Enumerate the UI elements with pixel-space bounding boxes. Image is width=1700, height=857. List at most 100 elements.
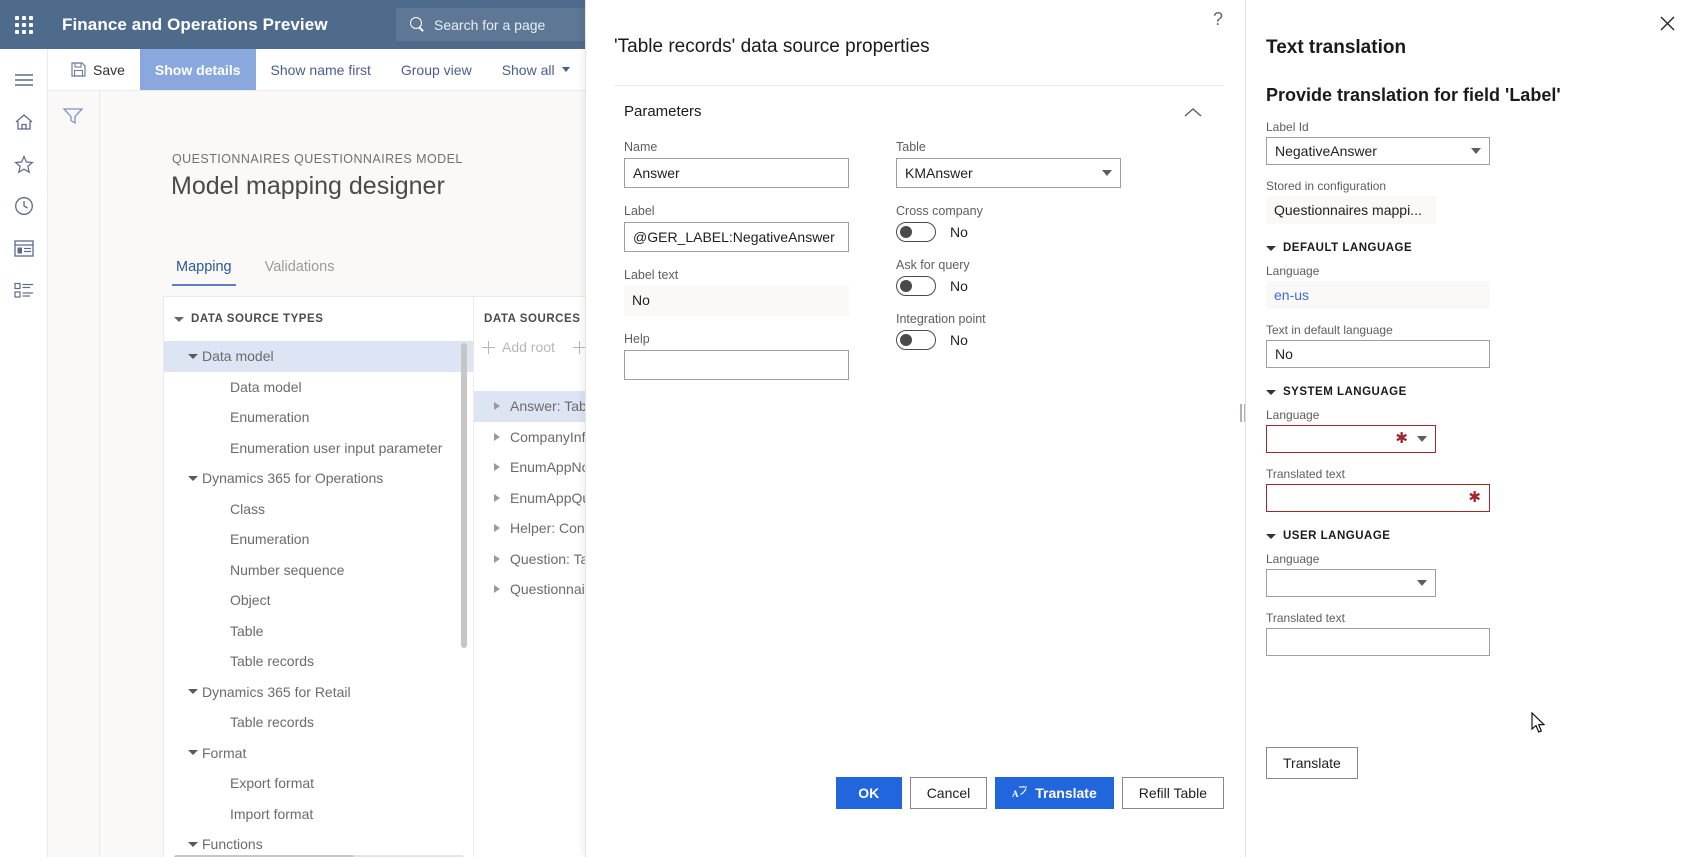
expander-icon[interactable] (484, 463, 510, 472)
help-input[interactable] (624, 350, 849, 380)
tree-item[interactable]: Data model (164, 372, 473, 403)
group-view-label: Group view (400, 61, 472, 78)
default-language-label: Language (1266, 264, 1320, 278)
close-x-icon[interactable] (1652, 8, 1682, 38)
translation-subheading: Provide translation for field 'Label' (1266, 85, 1561, 105)
tree-item[interactable]: Object (164, 585, 473, 616)
integration-point-toggle[interactable] (896, 330, 936, 350)
label-input[interactable] (624, 222, 849, 252)
required-asterisk-icon: ✱ (1468, 489, 1481, 506)
data-source-properties-dialog: ? 'Table records' data source properties… (585, 0, 1245, 857)
stored-in-config-label: Stored in configuration (1266, 179, 1387, 193)
label-id-select[interactable]: NegativeAnswer (1266, 137, 1490, 165)
panel-translate-button[interactable]: Translate (1266, 747, 1358, 779)
save-label: Save (93, 61, 125, 78)
user-language-label: Language (1266, 552, 1320, 566)
group-view-button[interactable]: Group view (386, 49, 487, 90)
system-language-group-header[interactable]: SYSTEM LANGUAGE (1266, 386, 1686, 398)
expander-icon[interactable] (484, 524, 510, 533)
default-text-input[interactable] (1266, 340, 1490, 368)
search-icon (410, 17, 425, 32)
text-translation-panel: Text translation Provide translation for… (1245, 0, 1700, 857)
system-translated-group: Translated text ✱ (1266, 467, 1686, 512)
tree-item[interactable]: Functions (164, 829, 473, 857)
tab-validations[interactable]: Validations (261, 259, 339, 286)
label-id-group: Label Id NegativeAnswer (1266, 120, 1686, 165)
expander-icon[interactable] (184, 475, 202, 481)
expander-icon[interactable] (484, 402, 510, 411)
translation-heading: Text translation (1266, 37, 1407, 58)
translate-button[interactable]: A Translate (995, 777, 1114, 809)
expander-icon[interactable] (484, 493, 510, 502)
tree-item[interactable]: Table records (164, 707, 473, 738)
question-mark-icon[interactable]: ? (1213, 10, 1223, 28)
chevron-down-icon (1417, 580, 1427, 586)
default-language-group: Language en-us (1266, 264, 1686, 309)
tabstrip: Mapping Validations (172, 259, 363, 286)
hamburger-menu-icon[interactable] (0, 59, 48, 101)
table-label: Table (896, 140, 926, 154)
default-text-group: Text in default language (1266, 323, 1686, 368)
star-icon[interactable] (0, 143, 48, 185)
user-language-group-header[interactable]: USER LANGUAGE (1266, 530, 1686, 542)
tree-item[interactable]: Data model (164, 341, 473, 372)
chevron-collapse-icon (1266, 533, 1276, 539)
tree-item[interactable]: Enumeration user input parameter (164, 433, 473, 464)
plus-icon (482, 340, 495, 354)
tree-vertical-scrollbar[interactable] (461, 343, 467, 648)
tree-item[interactable]: Import format (164, 799, 473, 830)
cross-company-toggle[interactable] (896, 222, 936, 242)
expander-icon[interactable] (484, 554, 510, 563)
system-language-select[interactable]: ✱ (1266, 425, 1436, 453)
expander-icon[interactable] (184, 353, 202, 359)
chevron-up-icon[interactable] (1184, 105, 1202, 123)
tree-item[interactable]: Dynamics 365 for Operations (164, 463, 473, 494)
default-language-group-header[interactable]: DEFAULT LANGUAGE (1266, 242, 1686, 254)
show-all-dropdown[interactable]: Show all (487, 49, 585, 90)
tree-item[interactable]: Class (164, 494, 473, 525)
clock-icon[interactable] (0, 185, 48, 227)
name-input[interactable] (624, 158, 849, 188)
modules-icon[interactable] (0, 269, 48, 311)
translation-form: Label Id NegativeAnswer Stored in config… (1266, 120, 1686, 670)
ok-button[interactable]: OK (835, 777, 902, 809)
expander-icon[interactable] (484, 585, 510, 594)
expander-icon[interactable] (184, 841, 202, 847)
expander-icon[interactable] (184, 750, 202, 756)
panel-splitter[interactable] (1240, 404, 1246, 422)
tree-item[interactable]: Enumeration (164, 524, 473, 555)
chevron-down-icon (1471, 148, 1481, 154)
tree-item[interactable]: Format (164, 738, 473, 769)
integration-point-group: Integration point No (896, 312, 1126, 350)
tab-mapping[interactable]: Mapping (172, 259, 236, 286)
add-root-button[interactable]: Add root (482, 339, 555, 355)
data-source-types-header[interactable]: DATA SOURCE TYPES (164, 297, 473, 325)
table-select[interactable]: KMAnswer (896, 158, 1121, 188)
tree-item[interactable]: Table (164, 616, 473, 647)
home-icon[interactable] (0, 101, 48, 143)
system-translated-input[interactable]: ✱ (1266, 484, 1490, 512)
default-language-value: en-us (1266, 281, 1490, 309)
cancel-button[interactable]: Cancel (909, 777, 988, 809)
chevron-collapse-icon (1266, 245, 1276, 251)
save-button[interactable]: Save (56, 49, 140, 90)
user-language-group: Language (1266, 552, 1686, 597)
show-details-button[interactable]: Show details (139, 49, 256, 90)
waffle-grid-icon[interactable] (0, 0, 48, 49)
tree-item[interactable]: Number sequence (164, 555, 473, 586)
tree-item[interactable]: Dynamics 365 for Retail (164, 677, 473, 708)
data-source-types-tree[interactable]: Data model Data model Enumeration Enumer… (164, 341, 473, 857)
expander-icon[interactable] (184, 689, 202, 695)
user-translated-label: Translated text (1266, 611, 1345, 625)
filter-funnel-icon[interactable] (62, 107, 86, 130)
user-translated-input[interactable] (1266, 628, 1490, 656)
refill-table-button[interactable]: Refill Table (1121, 777, 1224, 809)
show-name-first-button[interactable]: Show name first (256, 49, 386, 90)
expander-icon[interactable] (484, 432, 510, 441)
tree-item[interactable]: Table records (164, 646, 473, 677)
workspace-icon[interactable] (0, 227, 48, 269)
tree-item[interactable]: Export format (164, 768, 473, 799)
tree-item[interactable]: Enumeration (164, 402, 473, 433)
user-language-select[interactable] (1266, 569, 1436, 597)
ask-for-query-toggle[interactable] (896, 276, 936, 296)
